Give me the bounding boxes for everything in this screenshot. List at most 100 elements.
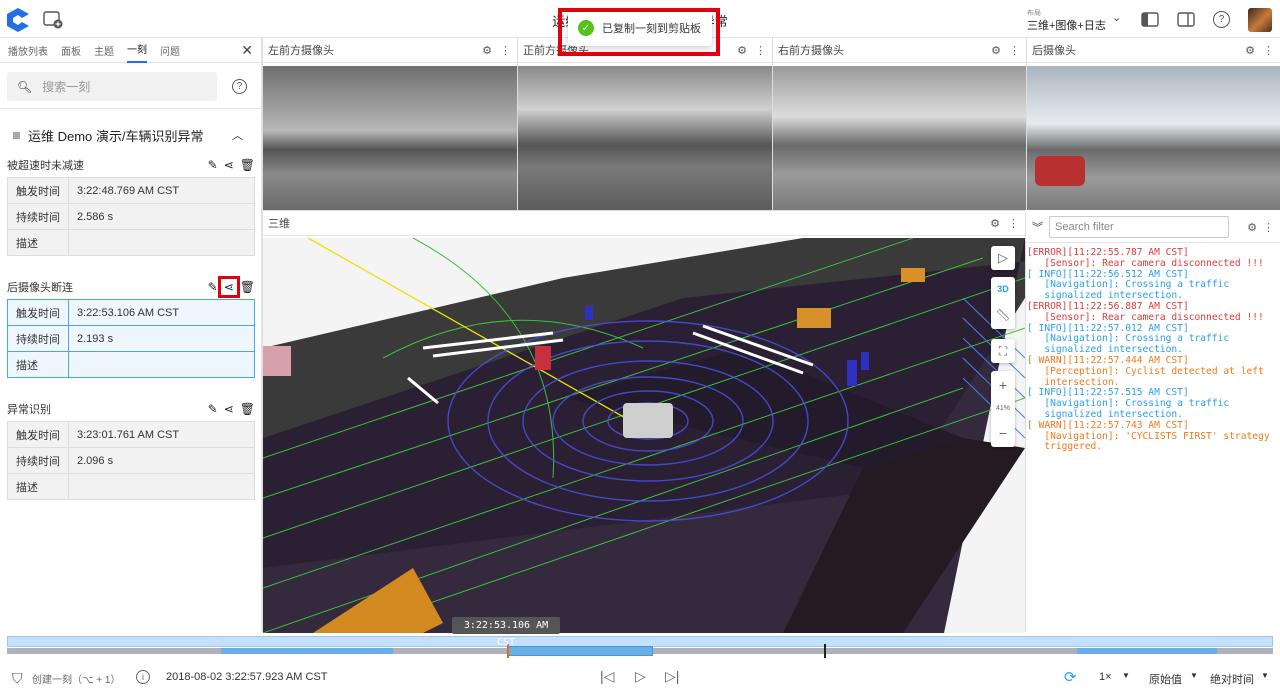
tab-issues[interactable]: 问题 [160, 43, 180, 58]
info-icon[interactable]: i [136, 670, 150, 684]
table-row: 持续时间 2.096 s [7, 447, 255, 474]
skip-forward-icon[interactable]: ▷| [665, 668, 679, 685]
table-row: 触发时间 3:22:53.106 AM CST [7, 299, 255, 326]
more-icon[interactable]: ⋮ [1008, 217, 1019, 230]
log-filter-input[interactable]: Search filter [1049, 216, 1229, 238]
more-icon[interactable]: ⋮ [1009, 44, 1020, 57]
table-row: 触发时间 3:22:48.769 AM CST [7, 177, 255, 204]
time-mode-selector[interactable]: 绝对时间 [1210, 671, 1254, 687]
camera-image [773, 66, 1026, 210]
more-icon[interactable]: ⋮ [500, 44, 511, 57]
camera-panel-rear: 后摄像头 ⚙ ⋮ [1026, 38, 1280, 210]
edit-icon[interactable]: ✎ [208, 402, 218, 416]
zoom-controls: + 41% − [991, 371, 1015, 447]
highlight-box [558, 8, 720, 56]
playback-bar: ⛉ 创建一刻（⌥ + 1） i 2018-08-02 3:22:57.923 A… [0, 660, 1280, 697]
play-icon[interactable]: ▷ [635, 668, 646, 685]
skip-back-icon[interactable]: |◁ [600, 668, 614, 685]
search-input[interactable]: 🔍︎ 搜索一刻 [7, 72, 217, 101]
chevron-up-icon[interactable]: ︿ [232, 127, 243, 143]
zoom-in-button[interactable]: + [999, 377, 1007, 393]
camera-image [263, 66, 517, 210]
left-sidebar-toggle-icon[interactable] [1141, 12, 1159, 27]
tab-moments[interactable]: 一刻 [127, 38, 147, 63]
row-label: 描述 [7, 351, 69, 378]
help-icon[interactable]: ? [232, 79, 247, 94]
row-label: 持续时间 [7, 203, 69, 230]
share-icon[interactable]: ⋖ [224, 158, 234, 172]
speed-selector[interactable]: 1× [1099, 671, 1112, 683]
moment-header: 异常识别 ✎ ⋖ 🗑︎ [7, 401, 255, 417]
3d-scene-canvas[interactable] [263, 238, 1025, 633]
gear-icon[interactable]: ⚙ [482, 44, 492, 57]
edit-icon[interactable]: ✎ [208, 158, 218, 172]
right-sidebar-toggle-icon[interactable] [1177, 12, 1195, 27]
log-entry-message: [Navigation]: Crossing a traffic signali… [1044, 333, 1230, 356]
help-icon[interactable]: ? [1213, 11, 1230, 28]
sidebar-tabs: 播放列表 面板 主题 一刻 问题 ✕ [0, 38, 261, 63]
timeline[interactable] [0, 632, 1280, 662]
tab-playlist[interactable]: 播放列表 [8, 43, 48, 58]
moment-table-selected[interactable]: 触发时间 3:22:53.106 AM CST 持续时间 2.193 s 描述 [7, 299, 255, 378]
caret-down-icon[interactable]: ▼ [1122, 671, 1130, 680]
delete-icon[interactable]: 🗑︎ [240, 280, 255, 294]
row-label: 描述 [7, 229, 69, 256]
zoom-out-button[interactable]: − [999, 425, 1007, 441]
3d-toggle-button[interactable]: 3D [997, 284, 1009, 294]
row-value[interactable] [68, 473, 255, 500]
collapse-icon[interactable]: ︾ [1032, 219, 1043, 235]
table-row: 描述 [7, 351, 255, 378]
delete-icon[interactable]: 🗑︎ [240, 158, 255, 172]
hover-time-tooltip: 3:22:53.106 AM CST [452, 617, 560, 648]
gear-icon[interactable]: ⚙ [990, 217, 1000, 230]
cursor-icon: ▷ [998, 250, 1008, 265]
gear-icon[interactable]: ⚙ [1247, 221, 1257, 234]
row-value: 3:22:48.769 AM CST [68, 177, 255, 204]
highlight-box [218, 276, 240, 298]
shield-icon[interactable]: ⛉ [12, 670, 23, 687]
gear-icon[interactable]: ⚙ [737, 44, 747, 57]
more-icon[interactable]: ⋮ [1263, 221, 1274, 234]
moment-table: 触发时间 3:23:01.761 AM CST 持续时间 2.096 s 描述 [7, 421, 255, 500]
log-entry-header: [ WARN][11:22:57.743 AM CST] [1027, 419, 1189, 431]
section-header[interactable]: 运维 Demo 演示/车辆识别异常 ︿ [0, 108, 261, 148]
more-icon[interactable]: ⋮ [755, 44, 766, 57]
caret-down-icon[interactable]: ▼ [1261, 671, 1269, 680]
share-icon[interactable]: ⋖ [224, 402, 234, 416]
panel-title: 三维 [268, 218, 290, 230]
user-avatar[interactable] [1248, 8, 1272, 32]
layout-selector[interactable]: 三维+图像+日志 [1027, 17, 1106, 33]
delete-icon[interactable]: 🗑︎ [240, 402, 255, 416]
select-tool-button[interactable]: ▷ [991, 246, 1015, 270]
edit-icon[interactable]: ✎ [208, 280, 218, 294]
row-value[interactable] [68, 229, 255, 256]
tab-topics[interactable]: 主题 [94, 43, 114, 58]
gear-icon[interactable]: ⚙ [991, 44, 1001, 57]
value-mode-selector[interactable]: 原始值 [1149, 671, 1182, 687]
moments-sidebar: 播放列表 面板 主题 一刻 问题 ✕ 🔍︎ 搜索一刻 ? 运维 Demo 演示/车… [0, 38, 262, 632]
log-entry-message: [Sensor]: Rear camera disconnected !!! [1027, 257, 1264, 269]
more-icon[interactable]: ⋮ [1263, 44, 1274, 57]
row-value[interactable] [68, 351, 255, 378]
camera-image [1027, 66, 1280, 210]
section-title: 运维 Demo 演示/车辆识别异常 [28, 128, 204, 144]
recenter-button[interactable]: ⛶ [991, 339, 1015, 363]
log-entry-message: [Navigation]: Crossing a traffic signali… [1044, 279, 1230, 302]
moment-segment[interactable] [221, 648, 393, 654]
ruler-icon[interactable]: 📏︎ [995, 308, 1010, 322]
create-moment-button[interactable]: 创建一刻（⌥ + 1） [32, 671, 120, 686]
table-row: 持续时间 2.586 s [7, 203, 255, 230]
log-entry-message: [Sensor]: Rear camera disconnected !!! [1027, 311, 1264, 323]
table-row: 持续时间 2.193 s [7, 325, 255, 352]
chevron-down-icon[interactable]: ⌄ [1112, 11, 1121, 24]
row-value: 2.193 s [68, 325, 255, 352]
moment-segment[interactable] [1077, 648, 1217, 654]
loop-icon[interactable]: ⟳ [1064, 668, 1077, 686]
caret-down-icon[interactable]: ▼ [1190, 671, 1198, 680]
tab-panels[interactable]: 面板 [61, 43, 81, 58]
moment-title: 后摄像头断连 [7, 282, 73, 294]
moment-segment-selected[interactable] [508, 646, 653, 656]
close-icon[interactable]: ✕ [241, 42, 253, 59]
playhead[interactable] [824, 644, 826, 658]
gear-icon[interactable]: ⚙ [1245, 44, 1255, 57]
